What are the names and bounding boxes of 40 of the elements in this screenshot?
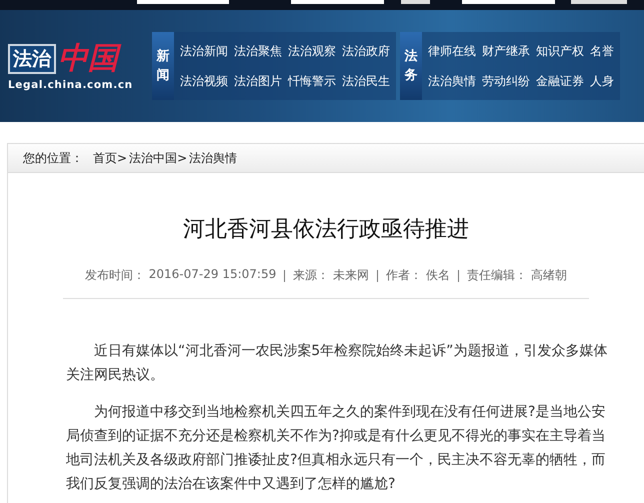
nav-link[interactable]: 法治观察	[288, 40, 336, 62]
breadcrumb-link[interactable]: 首页>	[93, 150, 128, 166]
toolbar-field[interactable]	[291, 0, 384, 4]
meta-label: 作者：	[386, 267, 422, 284]
nav-link[interactable]: 法治民生	[342, 70, 390, 92]
nav-link[interactable]: 知识产权	[536, 40, 584, 62]
site-url: Legal.china.com.cn	[8, 78, 134, 90]
nav-section-tab[interactable]: 新闻	[152, 32, 174, 100]
nav-link[interactable]: 人身	[590, 70, 614, 92]
toolbar-field[interactable]	[401, 0, 430, 4]
toolbar-field[interactable]	[462, 0, 555, 4]
nav-link[interactable]: 财产继承	[482, 40, 530, 62]
nav-link[interactable]: 法治图片	[234, 70, 282, 92]
article-paragraph: 近日有媒体以“河北香河一农民涉案5年检察院始终未起诉”为题报道，引发众多媒体关注网民热议。	[66, 342, 608, 385]
nav-link[interactable]: 法治舆情	[428, 70, 476, 92]
logo-badge[interactable]: 法治	[8, 44, 56, 74]
nav-link[interactable]: 忏悔警示	[288, 70, 336, 92]
toolbar-field[interactable]	[137, 0, 229, 4]
nav-link[interactable]: 法治视频	[180, 70, 228, 92]
meta-label: 来源：	[293, 267, 330, 284]
meta-label: 发布时间：	[84, 267, 145, 284]
meta-value: 2016-07-29 15:07:59	[148, 267, 276, 283]
nav-link[interactable]: 劳动纠纷	[482, 70, 530, 92]
nav-link[interactable]: 法治新闻	[180, 40, 228, 62]
breadcrumb-link[interactable]: 法治中国>	[129, 150, 188, 166]
meta-value: 高绪朝	[531, 267, 568, 284]
nav-link[interactable]: 法治聚焦	[234, 40, 282, 62]
meta-value: 未来网	[333, 267, 370, 284]
nav-link[interactable]: 律师在线	[428, 40, 476, 62]
meta-label: 责任编辑：	[467, 267, 528, 284]
nav-link[interactable]: 金融证券	[536, 70, 584, 92]
nav-section-tab[interactable]: 法务	[400, 32, 422, 100]
article-title: 河北香河县依法行政亟待推进	[182, 216, 470, 244]
breadcrumb-link[interactable]: 法治舆情	[189, 150, 238, 166]
meta-value: 佚名	[426, 267, 450, 284]
breadcrumb-label: 您的位置：	[23, 150, 83, 166]
nav-link[interactable]: 名誉	[590, 40, 614, 62]
nav-link[interactable]: 法治政府	[342, 40, 390, 62]
article-paragraph: 为何报道中移交到当地检察机关四五年之久的案件到现在没有任何进展?是当地公安局侦查到的证据不充分还是检察机关不作为?抑或是有什么更见不得光的事实在主导着当地司法机关及各级政府部门推诿扯皮?但真相永远只有一个，民主决不容无辜的牺牲，而我们反复强调的法治在该案件中又遇到了怎样的尴尬?	[66, 403, 606, 494]
toolbar-field[interactable]	[571, 0, 627, 4]
